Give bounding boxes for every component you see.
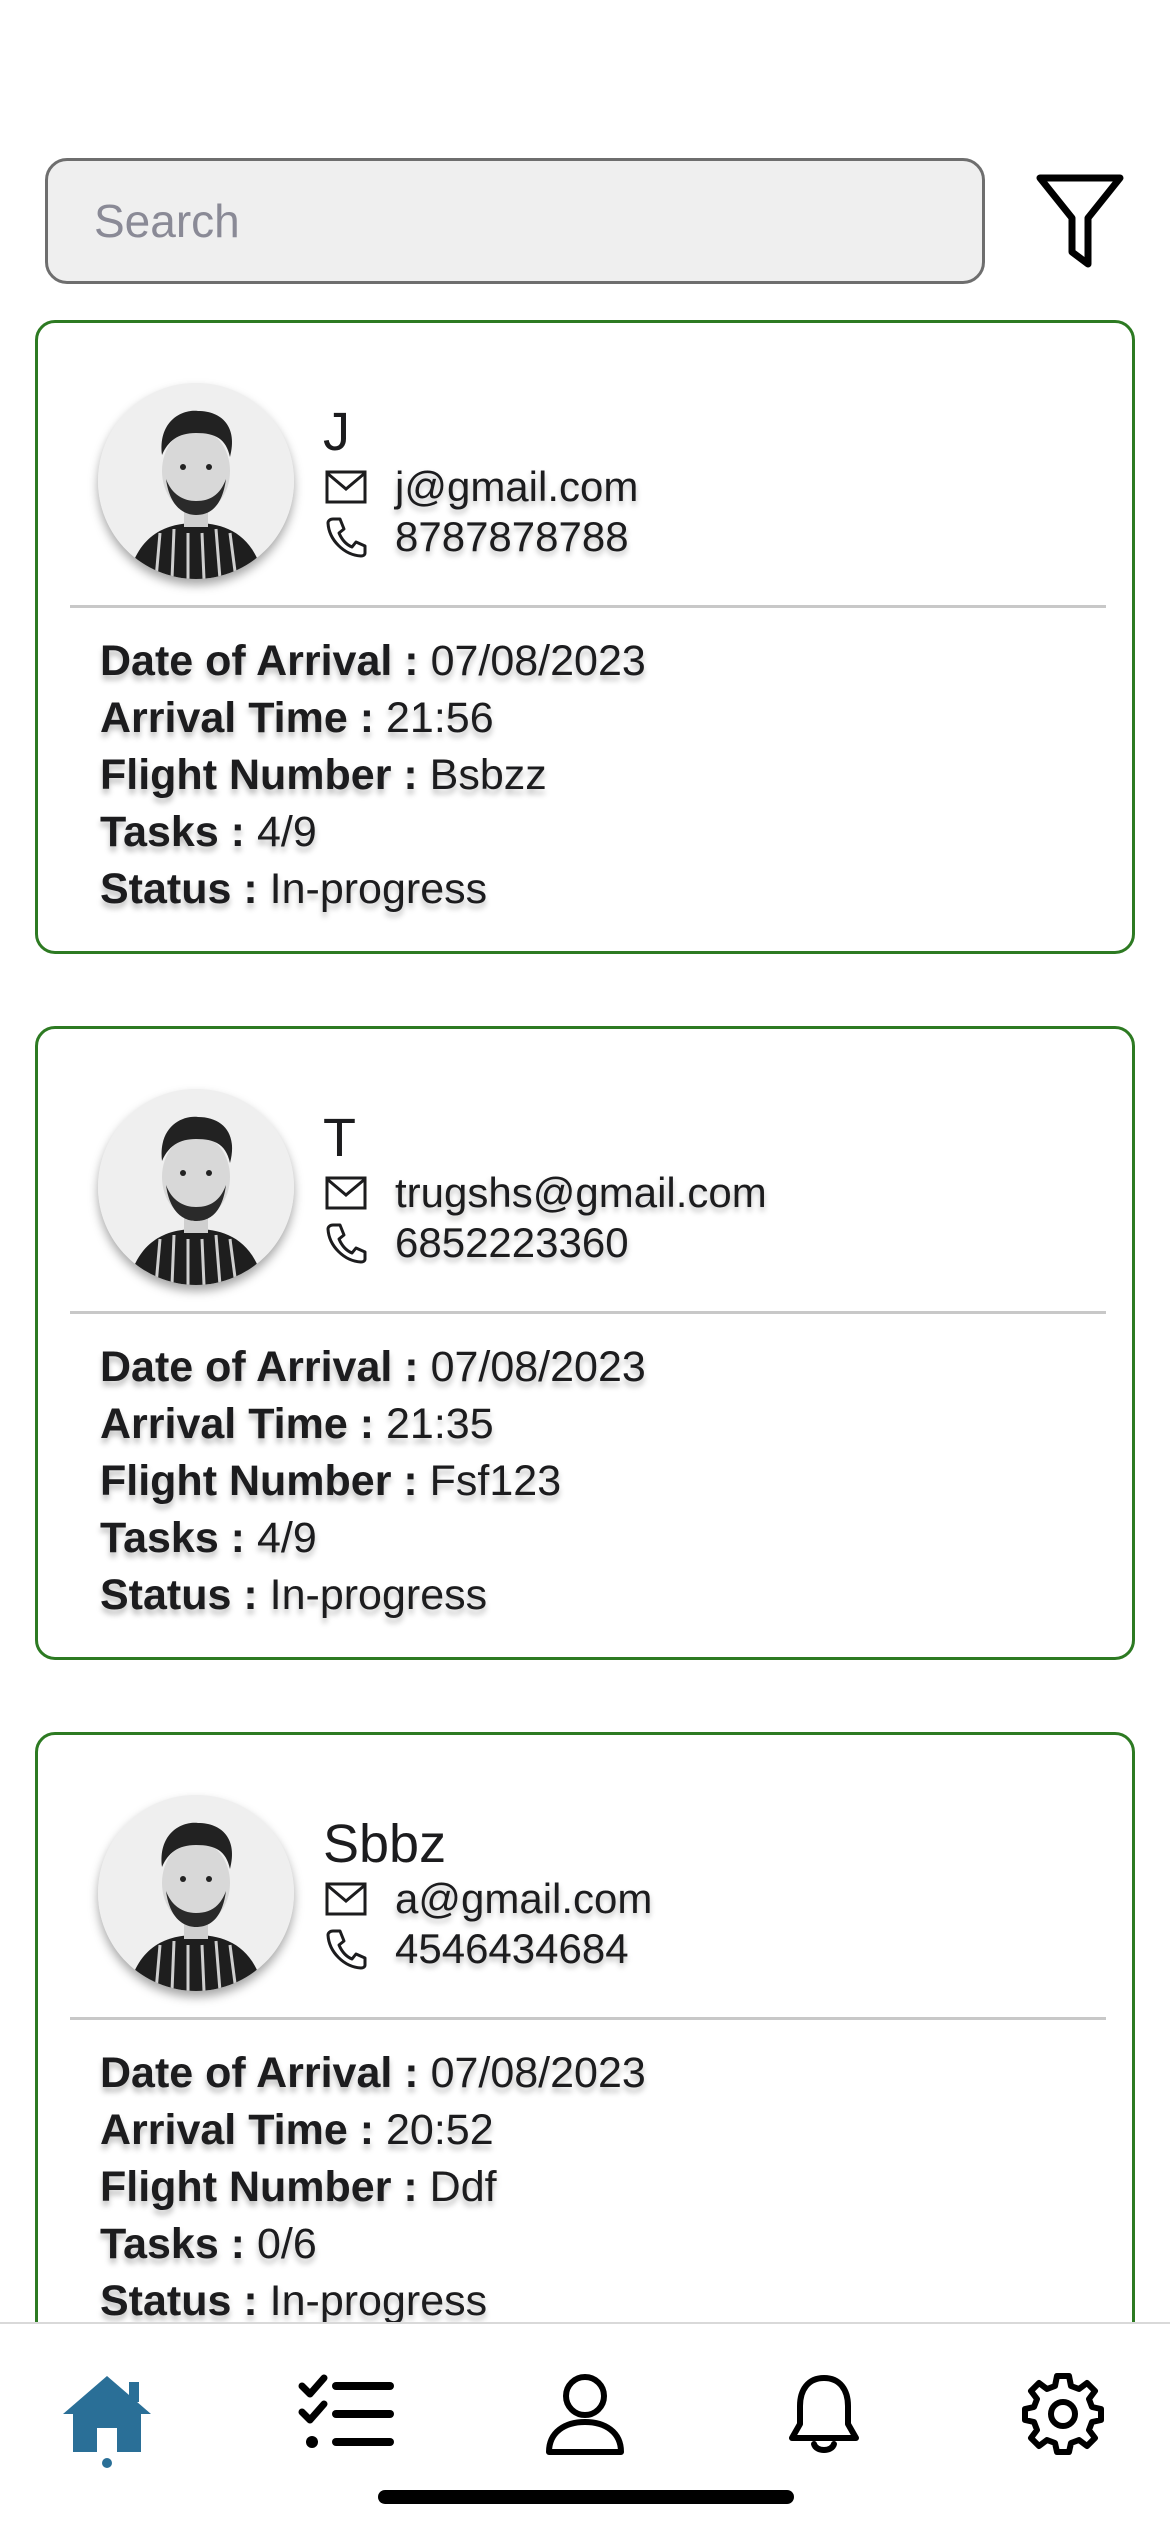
search-input[interactable]	[94, 194, 934, 248]
checklist-icon	[298, 2374, 394, 2448]
phone-text: 8787878788	[395, 513, 629, 560]
email-text: j@gmail.com	[395, 463, 639, 510]
mail-icon	[323, 464, 369, 510]
phone-row[interactable]: 8787878788	[323, 513, 629, 561]
arrival-details: Date of Arrival : 07/08/2023 Arrival Tim…	[100, 2045, 646, 2330]
tab-home[interactable]	[47, 2354, 167, 2474]
flight-number: Flight Number : Ddf	[100, 2163, 497, 2211]
email-text: a@gmail.com	[395, 1875, 653, 1922]
tab-tasks[interactable]	[286, 2354, 406, 2474]
arrival-time: Arrival Time : 21:56	[100, 694, 494, 742]
flight-number: Flight Number : Fsf123	[100, 1457, 562, 1505]
divider	[70, 605, 1106, 608]
email-row[interactable]: trugshs@gmail.com	[323, 1169, 767, 1217]
avatar	[98, 1089, 294, 1285]
mail-icon	[323, 1876, 369, 1922]
flight-number: Flight Number : Bsbzz	[100, 751, 547, 799]
date-of-arrival: Date of Arrival : 07/08/2023	[100, 2049, 646, 2097]
tab-profile[interactable]	[525, 2354, 645, 2474]
email-row[interactable]: j@gmail.com	[323, 463, 638, 511]
tasks: Tasks : 4/9	[100, 1514, 317, 1562]
tasks: Tasks : 4/9	[100, 808, 317, 856]
avatar	[98, 1795, 294, 1991]
arrival-details: Date of Arrival : 07/08/2023 Arrival Tim…	[100, 1339, 646, 1624]
arrival-card[interactable]: T trugshs@gmail.com 6852223360 Date of A…	[35, 1026, 1135, 1660]
guest-name: T	[323, 1108, 356, 1168]
avatar	[98, 383, 294, 579]
guest-name: J	[323, 402, 350, 462]
bell-icon	[789, 2375, 859, 2453]
filter-button[interactable]	[1025, 162, 1135, 282]
user-icon	[546, 2374, 624, 2455]
phone-row[interactable]: 4546434684	[323, 1925, 629, 1973]
divider	[70, 1311, 1106, 1314]
phone-text: 6852223360	[395, 1219, 629, 1266]
filter-icon	[1036, 174, 1124, 268]
arrival-list: J j@gmail.com 8787878788 Date of Arrival…	[35, 320, 1135, 2438]
gear-icon	[1022, 2373, 1104, 2455]
arrival-card[interactable]: Sbbz a@gmail.com 4546434684 Date of Arri…	[35, 1732, 1135, 2366]
date-of-arrival: Date of Arrival : 07/08/2023	[100, 1343, 646, 1391]
arrival-time: Arrival Time : 20:52	[100, 2106, 494, 2154]
date-of-arrival: Date of Arrival : 07/08/2023	[100, 637, 646, 685]
phone-row[interactable]: 6852223360	[323, 1219, 629, 1267]
status: Status : In-progress	[100, 865, 488, 913]
phone-icon	[323, 1926, 369, 1972]
home-icon	[63, 2376, 151, 2452]
home-indicator	[378, 2490, 794, 2504]
arrival-time: Arrival Time : 21:35	[100, 1400, 494, 1448]
active-tab-indicator	[102, 2458, 112, 2468]
phone-icon	[323, 514, 369, 560]
tasks: Tasks : 0/6	[100, 2220, 317, 2268]
divider	[70, 2017, 1106, 2020]
status: Status : In-progress	[100, 1571, 488, 1619]
phone-text: 4546434684	[395, 1925, 629, 1972]
email-text: trugshs@gmail.com	[395, 1169, 767, 1216]
email-row[interactable]: a@gmail.com	[323, 1875, 652, 1923]
tab-settings[interactable]	[1003, 2354, 1123, 2474]
tab-notifications[interactable]	[764, 2354, 884, 2474]
search-box[interactable]	[45, 158, 985, 284]
guest-name: Sbbz	[323, 1814, 447, 1874]
phone-icon	[323, 1220, 369, 1266]
screen: J j@gmail.com 8787878788 Date of Arrival…	[0, 0, 1170, 2532]
mail-icon	[323, 1170, 369, 1216]
search-row	[45, 158, 1135, 286]
arrival-details: Date of Arrival : 07/08/2023 Arrival Tim…	[100, 633, 646, 918]
arrival-card[interactable]: J j@gmail.com 8787878788 Date of Arrival…	[35, 320, 1135, 954]
